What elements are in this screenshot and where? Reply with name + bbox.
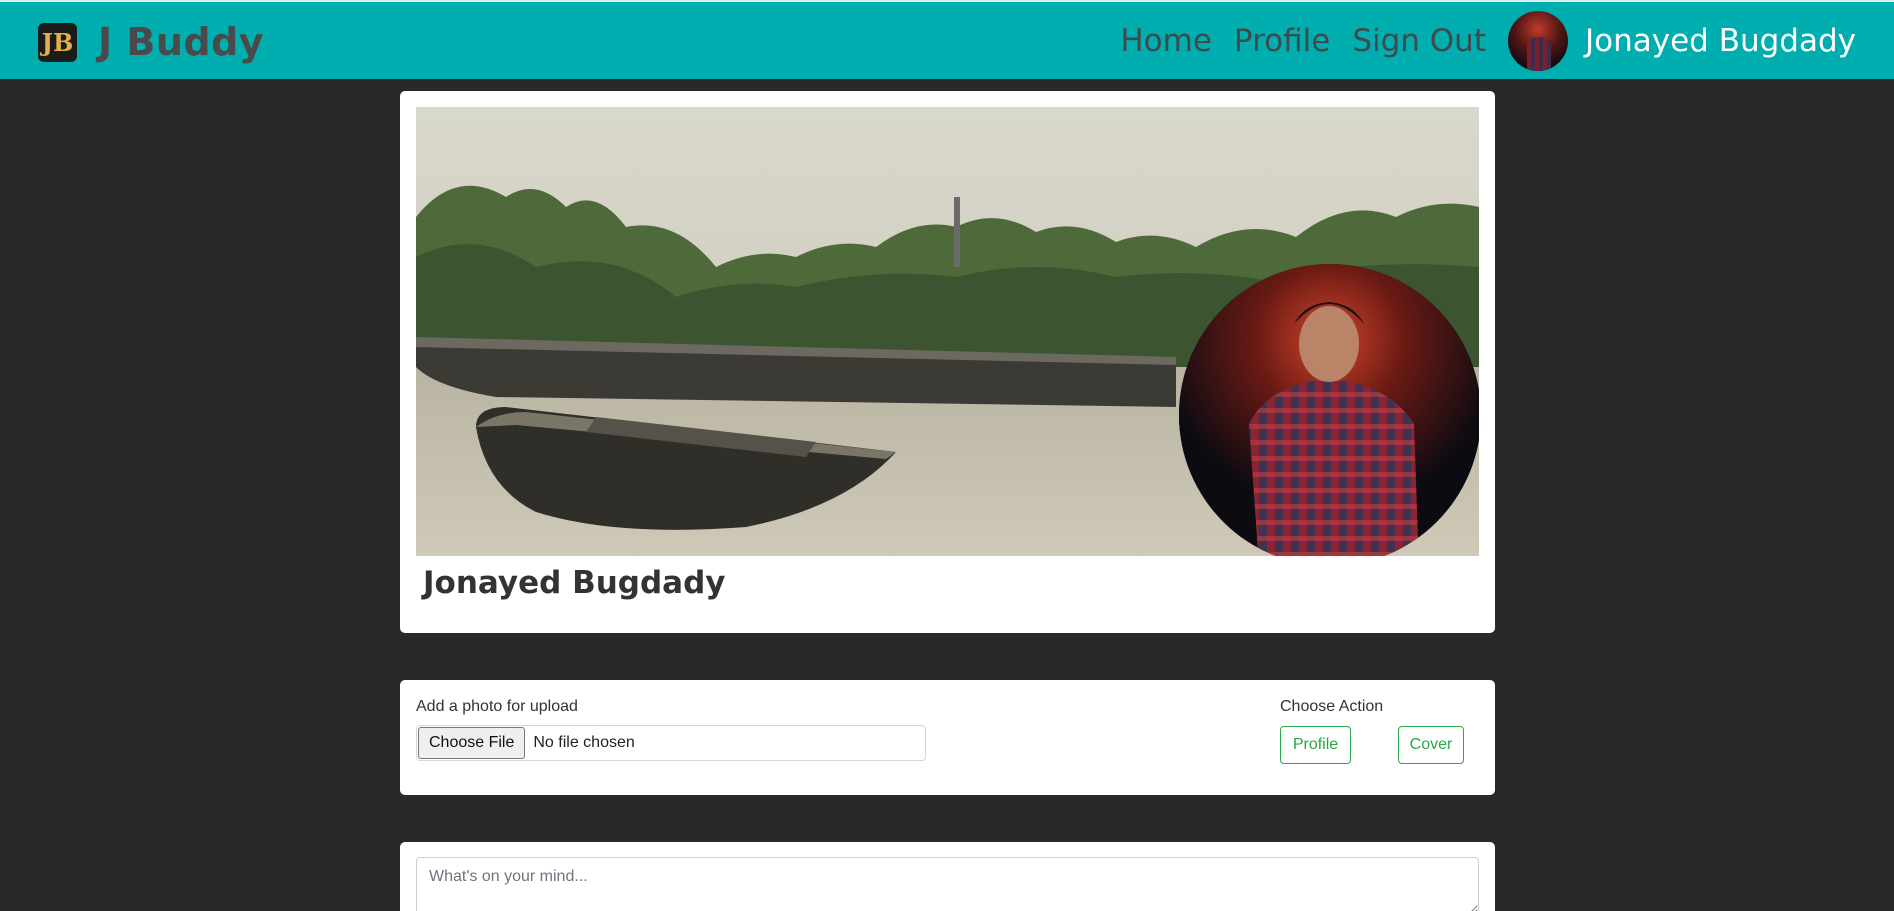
upload-label: Add a photo for upload (416, 698, 578, 715)
create-post-card (400, 842, 1495, 911)
set-cover-button[interactable]: Cover (1398, 726, 1464, 764)
nav-profile-link[interactable]: Profile (1234, 23, 1330, 59)
file-input[interactable]: Choose File No file chosen (416, 725, 926, 761)
nav-links: Home Profile Sign Out Jonayed Bugdady (1120, 2, 1894, 79)
file-status: No file chosen (533, 734, 635, 751)
brand-name: J Buddy (98, 20, 265, 64)
navbar: JB J Buddy Home Profile Sign Out Jonayed… (0, 0, 1894, 79)
set-profile-button[interactable]: Profile (1280, 726, 1351, 764)
post-input[interactable] (416, 857, 1479, 911)
user-avatar[interactable] (1508, 10, 1568, 71)
choose-file-button[interactable]: Choose File (418, 727, 526, 759)
cover-photo (416, 107, 1479, 556)
brand[interactable]: JB J Buddy (38, 20, 264, 64)
profile-name: Jonayed Bugdady (423, 565, 726, 601)
nav-username[interactable]: Jonayed Bugdady (1585, 23, 1856, 59)
photo-upload-card: Add a photo for upload Choose File No fi… (400, 680, 1495, 795)
profile-picture[interactable] (1179, 264, 1479, 556)
choose-action-label: Choose Action (1280, 698, 1384, 715)
brand-logo-icon: JB (38, 22, 77, 62)
nav-sign-out-link[interactable]: Sign Out (1352, 23, 1486, 59)
profile-header-card: Jonayed Bugdady (400, 91, 1495, 633)
nav-home-link[interactable]: Home (1120, 23, 1212, 59)
